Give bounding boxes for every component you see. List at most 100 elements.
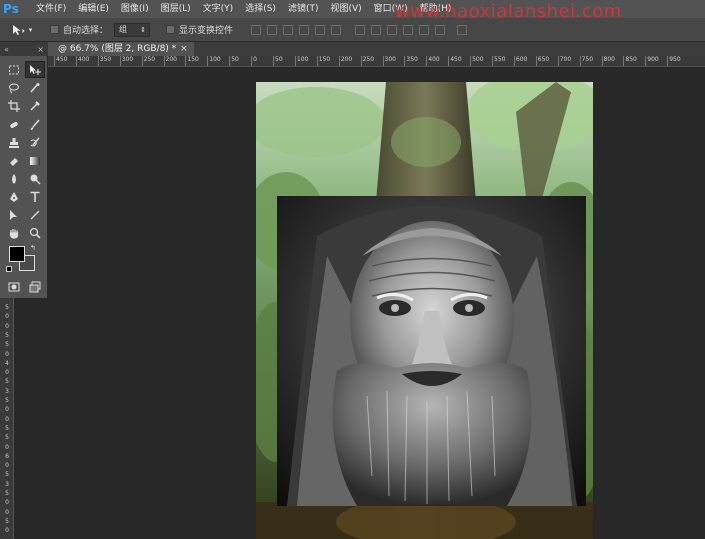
ruler-tick-label: 450 [448,56,462,66]
close-icon[interactable]: × [180,44,188,54]
menu-file[interactable]: 文件(F) [30,0,72,18]
close-icon[interactable]: × [37,45,44,54]
distribute-bottom-icon[interactable] [387,24,398,35]
menu-image[interactable]: 图像(I) [115,0,155,18]
ruler-tick-label: 150 [316,56,330,66]
ruler-tick-label: 450 [54,56,67,66]
ruler-tick-label: 250 [141,56,155,66]
ruler-tick-label: 0 [5,443,9,451]
menu-edit[interactable]: 编辑(E) [72,0,115,18]
menu-bar: Ps 文件(F) 编辑(E) 图像(I) 图层(L) 文字(Y) 选择(S) 滤… [0,0,705,22]
marquee-tool[interactable] [4,61,24,78]
ruler-tick-label: 100 [207,56,221,66]
ruler-tick-label: 200 [338,56,352,66]
chevron-down-icon: ⇕ [140,25,147,34]
zoom-tool[interactable] [25,224,45,241]
document-tab-bar: @ 66.7% (图层 2, RGB/8) * × [48,42,705,56]
show-transform-checkbox[interactable] [166,25,176,34]
align-buttons [251,24,342,35]
ruler-horizontal[interactable]: 450 400 350 300 250 200 150 100 50 0 50 100 150 200 25… [48,56,705,67]
quick-select-tool[interactable] [25,79,45,96]
ruler-tick-label: 6 [5,452,9,460]
lasso-icon [9,83,19,93]
ruler-tick-label: 0 [5,322,9,330]
auto-select-label: 自动选择： [63,26,109,36]
hand-tool[interactable] [4,224,24,241]
move-tool-preset[interactable]: ▾ [4,20,40,40]
collapse-icon[interactable]: « [4,45,9,54]
ruler-tick-label: 250 [360,56,374,66]
history-brush-tool[interactable] [25,134,45,151]
ruler-tick-label: 650 [535,56,549,66]
swap-colors-icon[interactable]: ↰ [30,244,36,252]
align-top-icon[interactable] [251,24,262,35]
distribute-hcenter-icon[interactable] [419,24,430,35]
document-tab[interactable]: @ 66.7% (图层 2, RGB/8) * × [48,42,194,56]
distribute-right-icon[interactable] [435,24,446,35]
blur-tool[interactable] [4,170,24,187]
ruler-tick-label: 5 [5,424,9,432]
drop-icon [12,173,16,184]
ruler-tick-label: 5 [5,397,9,404]
align-left-icon[interactable] [299,24,310,35]
ruler-tick-label: 0 [5,508,9,516]
line-tool[interactable] [25,206,45,223]
photoshop-logo: Ps [3,2,19,16]
align-hcenter-icon[interactable] [315,24,326,35]
foreground-color-swatch[interactable] [9,246,25,262]
quick-mask-icon [8,282,20,291]
clone-stamp-tool[interactable] [4,134,24,151]
portrait-layer-image[interactable] [277,196,586,506]
menu-layer[interactable]: 图层(L) [155,0,197,18]
type-tool[interactable] [25,188,45,205]
align-right-icon[interactable] [331,24,342,35]
default-colors-icon[interactable] [6,266,12,272]
gradient-icon [30,156,40,165]
move-tool[interactable] [25,61,45,78]
ruler-tick-label: 0 [5,369,9,377]
hand-icon [9,228,19,239]
eyedropper-tool[interactable] [25,97,45,114]
ruler-tick-label: 600 [513,56,527,66]
ruler-tick-label: 5 [5,378,9,386]
history-brush-icon [30,137,40,146]
distribute-left-icon[interactable] [403,24,414,35]
quick-mask-tool[interactable] [4,278,24,295]
auto-select-dropdown[interactable]: 组 ⇕ [114,22,151,37]
screen-mode-tool[interactable] [25,278,45,295]
menu-filter[interactable]: 滤镜(T) [282,0,325,18]
ruler-tick-label: 0 [5,462,9,470]
ruler-tick-label: 5 [5,490,9,497]
menu-view[interactable]: 视图(V) [324,0,367,18]
menu-select[interactable]: 选择(S) [239,0,282,18]
healing-tool[interactable] [4,116,24,133]
ruler-tick-label: 700 [557,56,571,66]
gradient-tool[interactable] [25,152,45,169]
ruler-tick-label: 5 [5,517,9,525]
eraser-tool[interactable] [4,152,24,169]
distribute-top-icon[interactable] [355,24,366,35]
align-vcenter-icon[interactable] [267,24,278,35]
ruler-tick-label: 5 [5,341,9,349]
auto-select-checkbox[interactable] [50,25,59,34]
pen-tool[interactable] [4,188,24,205]
type-icon [30,191,40,202]
lasso-tool[interactable] [4,79,24,96]
dodge-tool[interactable] [25,170,45,187]
dodge-icon [30,174,41,185]
auto-align-icon[interactable] [457,24,468,35]
ruler-tick-label: 200 [163,56,177,66]
menu-type[interactable]: 文字(Y) [197,0,240,18]
brush-tool[interactable] [25,116,45,133]
options-bar: ▾ 自动选择： 组 ⇕ 显示变换控件 [0,18,705,42]
ruler-vertical[interactable]: 5005504053500550605350050 [0,298,14,539]
ruler-tick-label: 750 [579,56,593,66]
align-bottom-icon[interactable] [283,24,294,35]
path-select-icon [10,209,17,220]
line-icon [30,210,40,219]
path-select-tool[interactable] [4,206,24,223]
ruler-tick-label: 400 [426,56,440,66]
distribute-vcenter-icon[interactable] [371,24,382,35]
zoom-icon [29,227,41,239]
crop-tool[interactable] [4,97,24,114]
